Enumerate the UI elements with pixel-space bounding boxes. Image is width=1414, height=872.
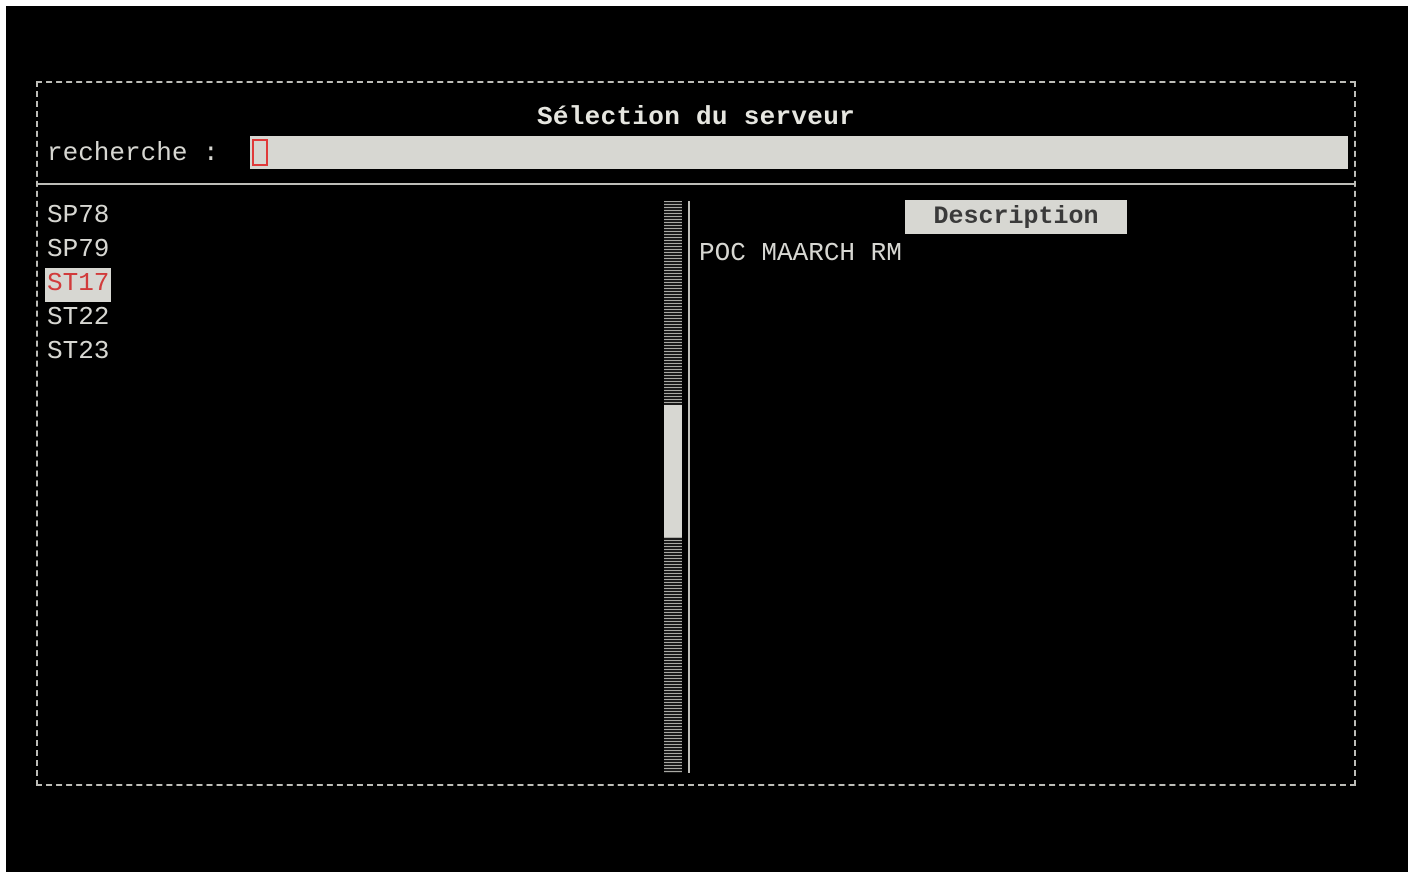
text-cursor (252, 139, 268, 166)
server-list-item[interactable]: SP78 (45, 200, 111, 234)
server-list-item[interactable]: SP79 (45, 234, 111, 268)
header-divider (38, 183, 1354, 185)
description-text: POC MAARCH RM (699, 238, 902, 268)
pane-separator (688, 201, 690, 773)
search-input[interactable] (250, 136, 1348, 169)
server-list-item[interactable]: ST23 (45, 336, 111, 370)
terminal-screen: Sélection du serveur recherche : SP78 SP… (6, 6, 1408, 872)
dialog-title: Sélection du serveur (536, 102, 856, 132)
description-header: Description (905, 200, 1127, 234)
search-label: recherche : (47, 138, 219, 168)
server-list-item[interactable]: ST22 (45, 302, 111, 336)
scrollbar-thumb[interactable] (664, 405, 682, 537)
server-list: SP78 SP79 ST17 ST22 ST23 (45, 200, 112, 370)
server-selection-dialog: Sélection du serveur recherche : SP78 SP… (36, 81, 1356, 786)
server-list-item-selected[interactable]: ST17 (45, 268, 112, 302)
list-scrollbar[interactable] (664, 201, 682, 773)
